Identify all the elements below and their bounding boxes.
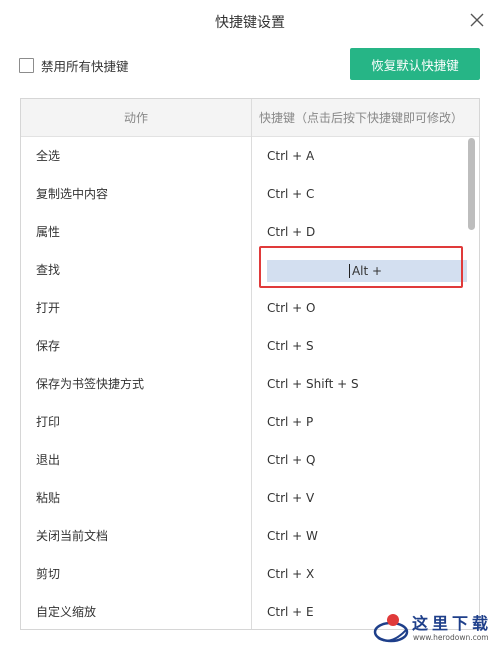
watermark-url: www.herodown.com: [413, 633, 489, 642]
shortcut-cell[interactable]: Ctrl + Q: [267, 441, 315, 479]
shortcut-cell[interactable]: Ctrl + E: [267, 593, 314, 629]
close-icon: [470, 13, 484, 27]
action-cell: 剪切: [36, 567, 61, 581]
action-cell: 保存为书签快捷方式: [36, 377, 145, 391]
header-shortcut: 快捷键（点击后按下快捷键即可修改）: [259, 111, 464, 125]
header-action: 动作: [123, 111, 148, 125]
shortcut-cell[interactable]: Ctrl + Shift + S: [267, 365, 359, 403]
action-cell: 打印: [36, 415, 61, 429]
shortcut-cell[interactable]: Ctrl + A: [267, 137, 314, 175]
shortcut-cell[interactable]: Ctrl + P: [267, 403, 313, 441]
table-row[interactable]: 打印 Ctrl + P: [21, 403, 461, 441]
shortcut-cell[interactable]: Ctrl + O: [267, 289, 315, 327]
table-row[interactable]: 打开 Ctrl + O: [21, 289, 461, 327]
dialog-title: 快捷键设置: [215, 15, 285, 31]
shortcut-table: 动作 快捷键（点击后按下快捷键即可修改） 全选 Ctrl + A 复制选中内容 Ctr…: [20, 98, 480, 630]
action-cell: 粘贴: [36, 491, 61, 505]
watermark-text: 这里下载: [412, 614, 493, 633]
shortcut-input[interactable]: [267, 260, 467, 282]
action-cell: 退出: [36, 453, 61, 467]
disable-all-option[interactable]: 禁用所有快捷键: [19, 56, 129, 74]
table-row[interactable]: 属性 Ctrl + D: [21, 213, 461, 251]
table-row[interactable]: 查找: [21, 251, 467, 289]
restore-default-button[interactable]: 恢复默认快捷键: [350, 48, 480, 80]
shortcut-cell[interactable]: Ctrl + X: [267, 555, 314, 593]
shortcut-cell[interactable]: Ctrl + C: [267, 175, 314, 213]
watermark-logo-icon: [373, 614, 409, 643]
table-row[interactable]: 剪切 Ctrl + X: [21, 555, 461, 593]
table-body: 全选 Ctrl + A 复制选中内容 Ctrl + C 属性 Ctrl + D 查找打开 Ct…: [21, 137, 479, 629]
table-header: 动作 快捷键（点击后按下快捷键即可修改）: [21, 99, 479, 137]
table-row[interactable]: 复制选中内容 Ctrl + C: [21, 175, 461, 213]
action-cell: 查找: [36, 263, 61, 277]
scroll-thumb[interactable]: [468, 138, 475, 230]
action-cell: 打开: [36, 301, 61, 315]
action-cell: 保存: [36, 339, 61, 353]
close-button[interactable]: [466, 9, 488, 31]
watermark: 这里下载 www.herodown.com: [372, 606, 498, 650]
shortcut-cell[interactable]: Ctrl + D: [267, 213, 315, 251]
table-row[interactable]: 粘贴 Ctrl + V: [21, 479, 461, 517]
action-cell: 属性: [36, 225, 61, 239]
table-row[interactable]: 退出 Ctrl + Q: [21, 441, 461, 479]
title-bar: 快捷键设置: [0, 0, 500, 42]
text-caret: [349, 264, 350, 278]
action-cell: 自定义缩放: [36, 605, 97, 619]
shortcut-cell[interactable]: Ctrl + W: [267, 517, 318, 555]
table-row[interactable]: 关闭当前文档 Ctrl + W: [21, 517, 461, 555]
action-cell: 关闭当前文档: [36, 529, 109, 543]
disable-all-checkbox[interactable]: [19, 57, 34, 73]
shortcut-cell[interactable]: Ctrl + S: [267, 327, 314, 365]
disable-all-label: 禁用所有快捷键: [41, 58, 129, 74]
table-row[interactable]: 保存为书签快捷方式 Ctrl + Shift + S: [21, 365, 461, 403]
shortcut-cell[interactable]: Ctrl + V: [267, 479, 314, 517]
table-row[interactable]: 保存 Ctrl + S: [21, 327, 461, 365]
action-cell: 全选: [36, 149, 61, 163]
action-cell: 复制选中内容: [36, 187, 109, 201]
vertical-scrollbar[interactable]: [468, 138, 476, 630]
table-row[interactable]: 全选 Ctrl + A: [21, 137, 461, 175]
